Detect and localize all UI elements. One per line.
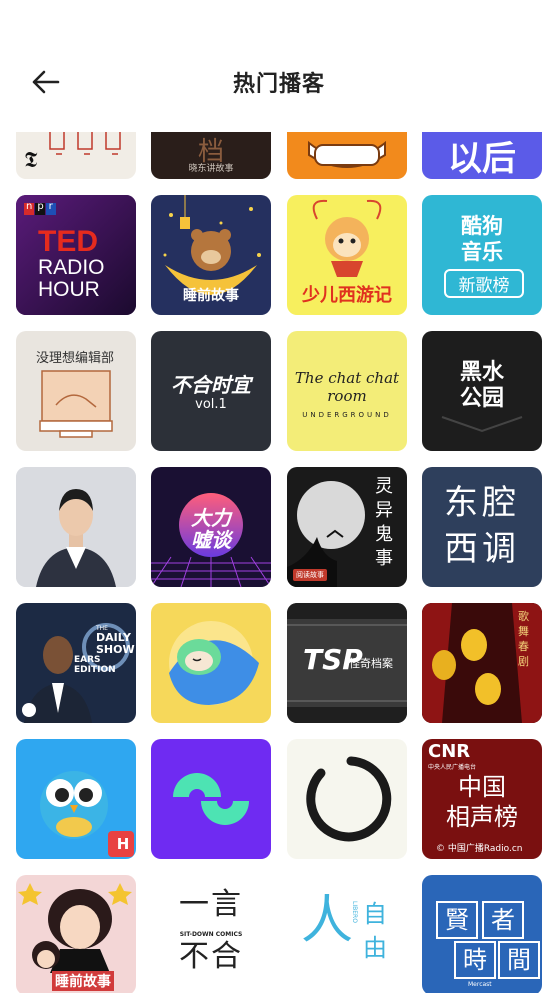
tile-line2: 怪奇档案: [349, 657, 393, 670]
tile-caption: 睡前故事: [183, 288, 239, 304]
podcast-tile[interactable]: [151, 603, 271, 723]
podcast-tile[interactable]: 不合时宜 vol.1: [151, 331, 271, 451]
tile-tag: H: [116, 835, 130, 853]
podcast-tile[interactable]: The chat chat room UNDERGROUND: [287, 331, 407, 451]
cnr-logo: CNR: [428, 741, 471, 762]
tile-line2: 公园: [459, 386, 504, 411]
wave-logo-icon: [173, 773, 249, 825]
host-portrait-image: [16, 467, 136, 587]
tile-caption: 少儿西游记: [302, 285, 392, 306]
podcast-tile[interactable]: 黑水 公园: [422, 331, 542, 451]
tile-caption: 以后: [448, 139, 516, 179]
page-title: 热门播客: [232, 72, 325, 97]
tile-line3: 時: [454, 941, 496, 979]
podcast-tile[interactable]: 睡前故事: [151, 195, 271, 315]
kugou-line2: 音乐: [461, 240, 503, 264]
tile-caption: 不合时宜: [171, 373, 251, 397]
tile-sub: LIBERO: [351, 901, 358, 923]
svg-text:𝕿: 𝕿: [24, 148, 38, 173]
enso-circle-icon: [306, 756, 392, 842]
podcast-tile[interactable]: 东腔 西调: [422, 467, 542, 587]
podcast-tile[interactable]: npr TED RADIO HOUR: [16, 195, 136, 315]
tile-line2: 自由: [363, 900, 387, 962]
tile-sub: 中央人民广播电台: [428, 764, 477, 771]
podcast-tile[interactable]: 一言 SIT-DOWN COMICS 不合: [151, 875, 271, 993]
podcast-tile[interactable]: [151, 739, 271, 859]
tile-line1: 大力: [191, 506, 231, 530]
podcast-tile[interactable]: 人 LIBERO 自由: [287, 875, 407, 993]
radio-text: RADIO: [38, 256, 105, 279]
top-app-bar: 热门播客: [0, 0, 558, 132]
podcast-tile[interactable]: H: [16, 739, 136, 859]
tile-footer: © 中国广播Radio.cn: [436, 844, 523, 854]
tile-sub: SIT-DOWN COMICS: [179, 931, 243, 938]
kugou-line1: 酷狗: [461, 214, 503, 238]
kugou-line3: 新歌榜: [444, 269, 524, 298]
tile-line1: 中国: [458, 773, 506, 801]
podcast-tile[interactable]: CNR 中央人民广播电台 中国 相声榜 © 中国广播Radio.cn: [422, 739, 542, 859]
tile-line1: 东腔: [444, 483, 520, 523]
tile-sub: vol.1: [195, 397, 227, 412]
tile-line1: 黑水: [459, 360, 504, 385]
tile-line2: 者: [482, 901, 524, 939]
tile-line1: 賢: [436, 901, 478, 939]
podcast-tile[interactable]: THE DAILY SHOW EARS EDITION: [16, 603, 136, 723]
tile-caption: 灵异鬼事: [375, 476, 393, 569]
tile-line2: 嘘谈: [191, 528, 231, 552]
podcast-grid: 𝕿 档 晓东讲故事 以后 npr TED RADIO HOUR 睡前故事 少儿西…: [0, 0, 558, 993]
podcast-tile[interactable]: 賢 者 時 間 Mercast: [422, 875, 542, 993]
tile-tag: 阅读故事: [293, 569, 327, 581]
tile-line1: 人: [301, 891, 354, 951]
tile-sub: UNDERGROUND: [302, 411, 392, 419]
ted-text: TED: [38, 225, 98, 258]
podcast-tile[interactable]: 睡前故事: [16, 875, 136, 993]
npr-logo: npr: [26, 201, 58, 212]
tile-line4: 間: [498, 941, 540, 979]
hour-text: HOUR: [38, 278, 100, 301]
podcast-tile[interactable]: TSP 怪奇档案: [287, 603, 407, 723]
tile-line2: 相声榜: [446, 803, 518, 831]
tile-caption: The chat chat room: [294, 369, 400, 405]
monitor-illustration: [39, 370, 113, 438]
cartoon-whale-illustration: [169, 621, 259, 705]
tile-sub: EARS EDITION: [74, 655, 116, 675]
podcast-tile[interactable]: [287, 739, 407, 859]
podcast-tile[interactable]: 酷狗 音乐 新歌榜: [422, 195, 542, 315]
tile-line2: 不合: [179, 939, 243, 974]
podcast-tile[interactable]: 灵异鬼事 阅读故事: [287, 467, 407, 587]
tile-line2: 西调: [444, 529, 520, 569]
podcast-tile[interactable]: [16, 467, 136, 587]
tile-line1: 一言: [179, 887, 243, 922]
podcast-tile[interactable]: 歌舞春剧: [422, 603, 542, 723]
podcast-tile[interactable]: 大力 嘘谈: [151, 467, 271, 587]
podcast-tile[interactable]: 没理想编辑部: [16, 331, 136, 451]
podcast-tile[interactable]: 少儿西游记: [287, 195, 407, 315]
tile-caption: 歌舞春剧: [518, 610, 529, 668]
tile-caption: 睡前故事: [52, 971, 114, 991]
tile-sub: Mercast: [468, 981, 492, 988]
tile-caption: 晓东讲故事: [188, 164, 234, 174]
